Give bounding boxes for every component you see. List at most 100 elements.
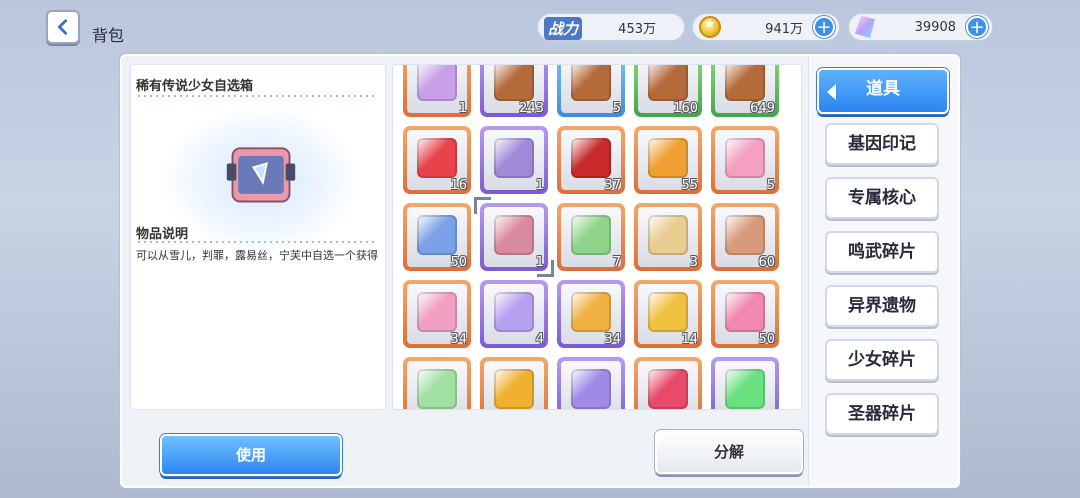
item-count: 34 [450, 332, 467, 347]
tab-label: 基因印记 [848, 134, 916, 154]
chest-icon [725, 65, 765, 101]
item-count: 55 [681, 178, 698, 193]
add-gems-button[interactable]: + [966, 16, 988, 38]
tab-label: 鸣武碎片 [848, 242, 916, 262]
gem-icon [855, 16, 875, 38]
coin-value: 941万 [765, 21, 803, 37]
item-count: 7 [612, 255, 621, 270]
beige-crate-icon [648, 215, 688, 255]
tab-relics[interactable]: 异界遗物 [825, 285, 939, 327]
chest-icon [571, 65, 611, 101]
item-count: 16 [450, 178, 467, 193]
divider [136, 241, 375, 243]
description-title: 物品说明 [136, 227, 189, 242]
item-slot[interactable]: 55 [634, 126, 702, 194]
item-slot[interactable]: 34 [557, 280, 625, 348]
item-slot[interactable]: 7 [557, 203, 625, 271]
inventory-panel: 稀有传说少女自选箱 物品说明 可以从雪儿，判罪，露易丝，宁芙中自选一个获得 1 2… [120, 54, 960, 488]
item-slot[interactable] [557, 357, 625, 409]
item-slot[interactable] [634, 357, 702, 409]
selector-box-icon [226, 147, 296, 203]
green-crate-icon [571, 215, 611, 255]
item-count: 37 [604, 178, 621, 193]
use-button[interactable]: 使用 [160, 434, 342, 476]
tab-label: 少女碎片 [848, 350, 916, 370]
item-slot[interactable] [403, 357, 471, 409]
winged-box-icon [725, 215, 765, 255]
item-slot[interactable]: 37 [557, 126, 625, 194]
item-count: 5 [612, 101, 621, 116]
chevron-left-icon [58, 19, 68, 35]
item-slot[interactable]: 34 [403, 280, 471, 348]
item-count: 60 [758, 255, 775, 270]
tab-label: 异界遗物 [848, 296, 916, 316]
pink-card-icon [725, 292, 765, 332]
page-title: 背包 [92, 26, 125, 45]
item-slot[interactable] [711, 357, 779, 409]
red-box-icon [417, 138, 457, 178]
item-slot[interactable]: 5 [557, 65, 625, 117]
category-tabs: 道具 基因印记 专属核心 鸣武碎片 异界遗物 少女碎片 圣器碎片 [808, 56, 958, 486]
tab-girl-fragments[interactable]: 少女碎片 [825, 339, 939, 381]
item-grid: 1 243 5 160 649 16 1 37 55 5 50 1 7 3 60 34 4 34 14 50 [392, 64, 802, 410]
item-count: 1 [458, 101, 467, 116]
item-detail-pane: 稀有传说少女自选箱 物品说明 可以从雪儿，判罪，露易丝，宁芙中自选一个获得 [130, 64, 386, 410]
item-slot[interactable]: 649 [711, 65, 779, 117]
tab-items[interactable]: 道具 [817, 68, 949, 114]
selector-box-icon [494, 215, 534, 255]
item-slot[interactable] [480, 357, 548, 409]
item-slot[interactable]: 3 [634, 203, 702, 271]
lucky-bag-icon [571, 138, 611, 178]
item-slot[interactable]: 16 [403, 126, 471, 194]
power-display: 战力 453万 [537, 13, 685, 41]
potion-icon [725, 369, 765, 409]
item-slot[interactable]: 50 [403, 203, 471, 271]
sword-card-icon [494, 369, 534, 409]
item-slot[interactable]: 1 [474, 197, 554, 277]
item-slot[interactable]: 60 [711, 203, 779, 271]
item-slot[interactable]: 243 [480, 65, 548, 117]
item-slot[interactable]: 50 [711, 280, 779, 348]
item-slot[interactable]: 14 [634, 280, 702, 348]
add-coins-button[interactable]: + [813, 16, 835, 38]
item-slot[interactable]: 1 [403, 65, 471, 117]
gold-card-icon [648, 292, 688, 332]
item-count: 50 [450, 255, 467, 270]
tab-gene-imprint[interactable]: 基因印记 [825, 123, 939, 165]
item-count: 160 [673, 101, 698, 116]
item-slot[interactable]: 5 [711, 126, 779, 194]
gem-display: 39908 + [848, 13, 993, 41]
tab-exclusive-core[interactable]: 专属核心 [825, 177, 939, 219]
tab-artifact-fragments[interactable]: 圣器碎片 [825, 393, 939, 435]
coin-icon [699, 16, 721, 38]
tab-label: 道具 [866, 79, 900, 99]
item-description: 可以从雪儿，判罪，露易丝，宁芙中自选一个获得 [136, 249, 378, 262]
item-count: 1 [535, 255, 544, 270]
tab-weapon-fragments[interactable]: 鸣武碎片 [825, 231, 939, 273]
item-count: 243 [519, 101, 544, 116]
item-slot[interactable]: 4 [480, 280, 548, 348]
blade-card-icon [571, 369, 611, 409]
item-name: 稀有传说少女自选箱 [136, 79, 254, 94]
power-label: 战力 [544, 17, 583, 40]
gold-box-icon [648, 138, 688, 178]
chest-icon [648, 65, 688, 101]
item-count: 5 [766, 178, 775, 193]
gift-box-icon [725, 138, 765, 178]
back-button[interactable] [46, 10, 80, 44]
coin-display: 941万 + [692, 13, 840, 41]
item-count: 34 [604, 332, 621, 347]
arrow-left-icon [827, 84, 836, 100]
item-count: 50 [758, 332, 775, 347]
item-count: 4 [535, 332, 544, 347]
item-count: 649 [750, 101, 775, 116]
gene-card-icon [571, 292, 611, 332]
item-slot[interactable]: 160 [634, 65, 702, 117]
item-count: 3 [689, 255, 698, 270]
item-slot[interactable]: 1 [480, 126, 548, 194]
chest-icon [494, 65, 534, 101]
item-count: 1 [535, 178, 544, 193]
ticket-icon [417, 292, 457, 332]
decompose-button[interactable]: 分解 [655, 430, 803, 474]
box-icon [417, 65, 457, 101]
